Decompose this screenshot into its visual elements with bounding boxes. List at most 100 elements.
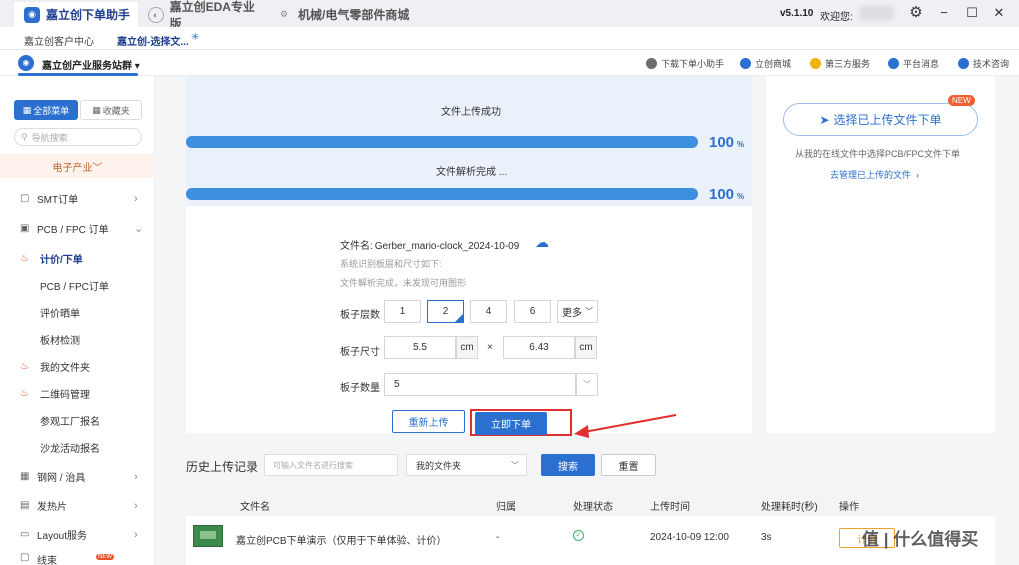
folder-value: 我的文件夹 <box>416 460 462 471</box>
tab-label: 机械/电气零部件商城 <box>298 8 410 22</box>
history-title: 历史上传记录 <box>186 460 259 474</box>
sidebar-item-quote-order[interactable]: ♨ 计价/下单 <box>0 245 155 272</box>
history-search-input[interactable]: 可输入文件名进行搜索 <box>264 454 398 476</box>
order-now-button[interactable]: 立即下单 <box>475 412 547 435</box>
sidebar-tab-favorites[interactable]: ▦ 收藏夹 <box>80 100 142 120</box>
toolbar-download-helper[interactable]: 下载下单小助手 <box>646 55 724 71</box>
layout-icon: ▭ <box>20 529 30 540</box>
quantity-select[interactable]: 5 <box>384 373 576 396</box>
upload-progress-fill <box>186 136 698 148</box>
sidebar-item-label: 我的文件夹 <box>40 363 90 374</box>
sidebar-item-label: 板材检测 <box>40 336 80 347</box>
maximize-button[interactable]: ☐ <box>962 4 982 22</box>
station-logo-icon: ◉ <box>18 55 34 71</box>
parse-progress-percent: 100% <box>709 186 744 203</box>
manage-files-link[interactable]: 去管理已上传的文件 › <box>830 168 919 181</box>
subtab-select-file[interactable]: 嘉立创-选择文... <box>117 33 189 48</box>
toolbar-lcsc-mall[interactable]: 立创商城 <box>740 55 791 71</box>
sidebar-item-label: 发热片 <box>37 502 67 513</box>
welcome-text: 欢迎您: <box>820 12 853 23</box>
size-height-input[interactable]: 6.43 <box>503 336 575 359</box>
category-electronics[interactable]: 电子产业 ﹀ <box>0 154 155 178</box>
row-upload-time: 2024-10-09 12:00 <box>650 532 729 543</box>
title-bar: ◉ 嘉立创下单助手 ◐ 嘉立创EDA专业版 ⚙ 机械/电气零部件商城 v5.1.… <box>0 0 1019 31</box>
sidebar-item-reviews[interactable]: 评价晒单 <box>0 299 155 326</box>
toolbar-third-party[interactable]: 第三方服务 <box>810 55 870 71</box>
chevron-right-icon: › <box>916 170 920 180</box>
select-uploaded-file-button[interactable]: ➤ 选择已上传文件下单 <box>783 103 978 136</box>
sidebar-item-salon-signup[interactable]: 沙龙活动报名 <box>0 434 155 461</box>
sidebar-item-label: 评价晒单 <box>40 309 80 320</box>
search-placeholder: 导航搜索 <box>31 132 68 143</box>
sidebar-item-layout-service[interactable]: ▭ Layout服务 › <box>0 521 155 548</box>
tab-parts-mall[interactable]: ⚙ 机械/电气零部件商城 <box>266 2 416 27</box>
layers-label: 板子层数 <box>340 310 380 321</box>
subtab-customer-center[interactable]: 嘉立创客户中心 <box>24 33 94 48</box>
tab-label: 嘉立创下单助手 <box>46 8 131 22</box>
percent-value: 100 <box>709 134 735 151</box>
sidebar-item-factory-visit[interactable]: 参观工厂报名 <box>0 407 155 434</box>
sidebar-item-heat-sheet[interactable]: ▤ 发热片 › <box>0 492 155 519</box>
history-reset-button[interactable]: 重置 <box>601 454 656 476</box>
flame-icon: ♨ <box>20 388 29 399</box>
sidebar-item-stencil[interactable]: ▦ 钢网 / 治具 › <box>0 463 155 490</box>
cloud-upload-icon[interactable]: ☁ <box>535 234 549 251</box>
chevron-right-icon: › <box>134 499 138 512</box>
layer-option-4[interactable]: 4 <box>470 300 507 323</box>
history-folder-select[interactable]: 我的文件夹 ﹀ <box>406 454 527 476</box>
sidebar-item-harness[interactable]: ▢ 线束 NEW <box>0 552 155 565</box>
chevron-down-icon: ﹀ <box>585 307 593 316</box>
third-party-icon <box>810 57 821 69</box>
recognized-info: 系统识别板层和尺寸如下: <box>340 259 442 269</box>
chevron-right-icon: › <box>134 528 138 541</box>
row-duration: 3s <box>761 532 772 543</box>
upload-progress-track <box>186 136 698 148</box>
col-duration: 处理耗时(秒) <box>761 502 818 513</box>
toolbar-link-label: 第三方服务 <box>825 58 871 69</box>
gear-link-icon: ⚙ <box>279 9 289 19</box>
parse-status-text: 文件解析完成 ... <box>436 167 508 178</box>
size-width-input[interactable]: 5.5 <box>384 336 456 359</box>
sidebar-item-smt[interactable]: ▢ SMT订单 › <box>0 185 155 212</box>
col-upload-time: 上传时间 <box>650 502 690 513</box>
layer-option-6[interactable]: 6 <box>514 300 551 323</box>
toolbar-link-label: 平台消息 <box>903 58 940 69</box>
layer-more-select[interactable]: 更多 ﹀ <box>557 300 598 323</box>
chevron-down-icon: ⌄ <box>134 223 144 235</box>
eda-icon: ◐ <box>148 6 164 23</box>
close-subtab-icon[interactable]: ✳ <box>191 32 199 43</box>
settings-gear-icon[interactable]: ⚙ <box>906 4 926 22</box>
sidebar-item-pcb-fpc[interactable]: ▣ PCB / FPC 订单 ⌄ <box>0 215 155 242</box>
sidebar-item-qr-management[interactable]: ♨ 二维码管理 <box>0 380 155 407</box>
tab-label: 收藏夹 <box>102 105 130 116</box>
percent-unit: % <box>737 192 745 201</box>
close-button[interactable]: ✕ <box>989 4 1009 22</box>
chevron-down-icon: ﹀ <box>511 460 519 470</box>
sidebar-item-label: PCB / FPC 订单 <box>37 225 109 236</box>
consult-icon <box>958 57 969 69</box>
tab-order-helper[interactable]: ◉ 嘉立创下单助手 <box>14 2 138 27</box>
station-label: 嘉立创产业服务站群 <box>42 61 132 72</box>
quantity-dropdown-chevron-icon[interactable]: ﹀ <box>576 373 598 396</box>
toolbar-tech-consult[interactable]: 技术咨询 <box>958 55 1009 71</box>
new-badge: NEW <box>948 95 975 106</box>
tab-eda-pro[interactable]: ◐ 嘉立创EDA专业版 <box>138 0 264 31</box>
sidebar-tab-all-menu[interactable]: ▦ 全部菜单 <box>14 100 78 120</box>
toolbar-platform-message[interactable]: 平台消息 <box>888 55 939 71</box>
layer-option-2-selected[interactable]: 2 <box>427 300 464 323</box>
sidebar-item-board-inspection[interactable]: 板材检测 <box>0 326 155 353</box>
sidebar-item-pcb-fpc-orders[interactable]: PCB / FPC订单 <box>0 272 155 299</box>
layer-option-1[interactable]: 1 <box>384 300 421 323</box>
minimize-button[interactable]: − <box>934 4 954 22</box>
layer-value: 2 <box>442 306 449 317</box>
watermark-logo: 值 | 什么值得买 <box>862 530 979 549</box>
version-text: v5.1.10 <box>780 8 814 19</box>
sidebar-item-my-folder[interactable]: ♨ 我的文件夹 <box>0 353 155 380</box>
search-icon: ⚲ <box>21 131 28 142</box>
station-selector[interactable]: 嘉立创产业服务站群 ▾ <box>42 57 140 72</box>
reupload-button[interactable]: 重新上传 <box>392 410 465 433</box>
history-search-button[interactable]: 搜索 <box>541 454 595 476</box>
nav-search-input[interactable]: ⚲ 导航搜索 <box>14 128 142 146</box>
grid-icon: ▦ <box>22 104 32 115</box>
sidebar-item-label: 参观工厂报名 <box>40 417 100 428</box>
